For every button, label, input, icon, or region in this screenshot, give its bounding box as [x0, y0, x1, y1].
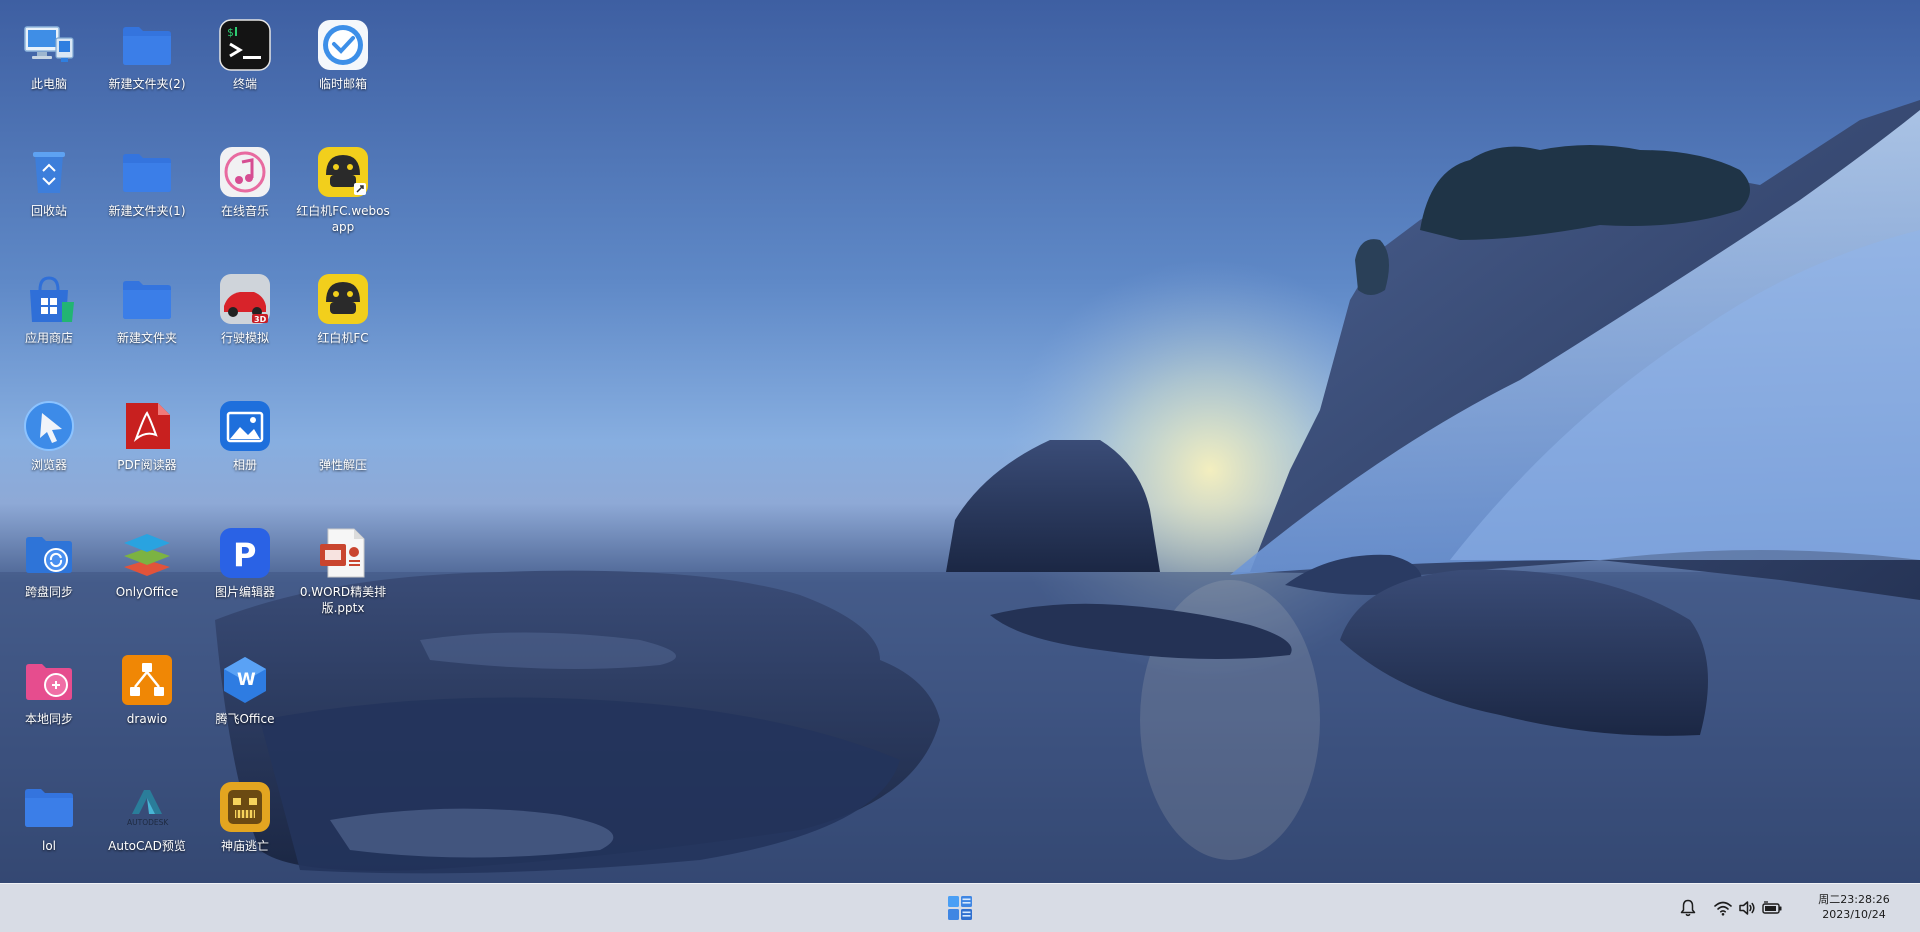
volume-button[interactable] [1737, 898, 1757, 918]
desktop-icon[interactable]: lol [0, 762, 98, 882]
folder-icon [120, 18, 174, 72]
desktop-icon-label: 浏览器 [30, 458, 67, 472]
desktop-icon-label: AutoCAD预览 [108, 839, 186, 853]
computer-icon [22, 18, 76, 72]
desktop-icon-label: 终端 [232, 77, 257, 91]
desktop-icon-label: lol [41, 839, 56, 853]
fc-game-icon [316, 272, 370, 326]
desktop-icon-label: 在线音乐 [220, 204, 269, 218]
desktop-icon-label: 行驶模拟 [220, 331, 269, 345]
cross-disk-sync-icon [22, 526, 76, 580]
desktop-icon-label: 红白机FC [317, 331, 369, 345]
desktop-icon-label: 新建文件夹(2) [108, 77, 186, 91]
desktop-icon[interactable]: 此电脑 [0, 0, 98, 120]
office-w-icon: W [218, 653, 272, 707]
svg-text:AUTODESK: AUTODESK [127, 818, 169, 827]
battery-button[interactable] [1761, 898, 1782, 918]
desktop-icon[interactable]: 在线音乐 [196, 127, 294, 247]
desktop-icon-label: 跨盘同步 [24, 585, 73, 599]
desktop-icon[interactable]: AUTODESK AutoCAD预览 [98, 762, 196, 882]
desktop-icon[interactable]: 相册 [196, 381, 294, 501]
pptx-file-icon [316, 526, 370, 580]
desktop-icon[interactable]: 神庙逃亡 [196, 762, 294, 882]
bell-icon [1680, 899, 1696, 917]
desktop-icon[interactable]: W 腾飞Office [196, 635, 294, 755]
desktop-icon[interactable]: 红白机FC.webosapp [294, 127, 392, 247]
desktop-icon[interactable]: $ 终端 [196, 0, 294, 120]
desktop-icon[interactable]: 临时邮箱 [294, 0, 392, 120]
desktop-icon-label: 腾飞Office [215, 712, 275, 726]
wifi-button[interactable] [1713, 898, 1733, 918]
mail-icon [316, 18, 370, 72]
desktop-icon-label: 神庙逃亡 [220, 839, 269, 853]
desktop-icon[interactable]: 跨盘同步 [0, 508, 98, 628]
folder-icon [120, 145, 174, 199]
battery-icon [1762, 901, 1782, 914]
desktop-icon-label: 临时邮箱 [318, 77, 367, 91]
desktop-icon[interactable]: 红白机FC [294, 254, 392, 374]
desktop-icon[interactable]: 弹性解压 [294, 381, 392, 501]
desktop-icon-label: 新建文件夹(1) [108, 204, 186, 218]
app-store-icon [22, 272, 76, 326]
desktop-icon-label: PDF阅读器 [117, 458, 177, 472]
desktop-icon[interactable]: 本地同步 [0, 635, 98, 755]
desktop-icon-label: 弹性解压 [318, 458, 367, 472]
folder-icon [120, 272, 174, 326]
desktop-icon[interactable]: 回收站 [0, 127, 98, 247]
desktop-icon-label: drawio [126, 712, 168, 726]
music-icon [218, 145, 272, 199]
notification-button[interactable] [1678, 898, 1698, 918]
svg-text:P: P [233, 536, 256, 574]
folder-icon [22, 780, 76, 834]
start-button[interactable] [946, 894, 974, 922]
desktop-icon-label: 红白机FC.webosapp [296, 204, 390, 234]
terminal-icon: $ [218, 18, 272, 72]
clock-date: 2023/10/24 [1822, 908, 1886, 921]
svg-text:W: W [237, 670, 256, 690]
autocad-icon: AUTODESK [120, 780, 174, 834]
recycle-bin-icon [22, 145, 76, 199]
racing-car-icon: 3D [218, 272, 272, 326]
photo-album-icon [218, 399, 272, 453]
clock-time: 周二23:28:26 [1818, 893, 1890, 906]
desktop-icon[interactable]: P 图片编辑器 [196, 508, 294, 628]
desktop-icon[interactable]: 浏览器 [0, 381, 98, 501]
taskbar-clock[interactable]: 周二23:28:26 2023/10/24 [1806, 892, 1902, 922]
pdf-icon [120, 399, 174, 453]
desktop-icon-label: OnlyOffice [115, 585, 179, 599]
wifi-icon [1714, 901, 1732, 916]
desktop-icon[interactable]: 新建文件夹 [98, 254, 196, 374]
desktop-icon-label: 回收站 [30, 204, 67, 218]
desktop-icon-label: 0.WORD精美排版.pptx [299, 585, 387, 615]
svg-text:3D: 3D [254, 315, 267, 324]
taskbar: 周二23:28:26 2023/10/24 [0, 883, 1920, 932]
desktop-icon[interactable]: 0.WORD精美排版.pptx [294, 508, 392, 628]
onlyoffice-icon [120, 526, 174, 580]
desktop-icon[interactable]: 应用商店 [0, 254, 98, 374]
svg-text:$: $ [227, 26, 234, 39]
windows-start-icon [948, 896, 972, 920]
local-sync-icon [22, 653, 76, 707]
desktop-icon-label: 此电脑 [30, 77, 67, 91]
desktop-icon-label: 图片编辑器 [214, 585, 275, 599]
browser-icon [22, 399, 76, 453]
desktop-icon[interactable]: PDF阅读器 [98, 381, 196, 501]
desktop-icon-label: 相册 [232, 458, 257, 472]
photo-editor-icon: P [218, 526, 272, 580]
fc-game-shortcut-icon [316, 145, 370, 199]
desktop-icon[interactable]: 3D 行驶模拟 [196, 254, 294, 374]
temple-run-icon [218, 780, 272, 834]
desktop[interactable]: 此电脑 新建文件夹(2) $ 终端 临时邮箱回收站 新建文件夹(1) 在线音乐 红白机FC.w… [0, 0, 1920, 883]
desktop-icon[interactable]: drawio [98, 635, 196, 755]
desktop-icon[interactable]: 新建文件夹(2) [98, 0, 196, 120]
speaker-icon [1739, 901, 1755, 915]
desktop-icon[interactable]: OnlyOffice [98, 508, 196, 628]
desktop-icon-label: 本地同步 [24, 712, 73, 726]
desktop-icon-label: 应用商店 [24, 331, 73, 345]
drawio-icon [120, 653, 174, 707]
desktop-icon[interactable]: 新建文件夹(1) [98, 127, 196, 247]
desktop-icon-label: 新建文件夹 [116, 331, 177, 345]
blank-icon [316, 399, 370, 453]
